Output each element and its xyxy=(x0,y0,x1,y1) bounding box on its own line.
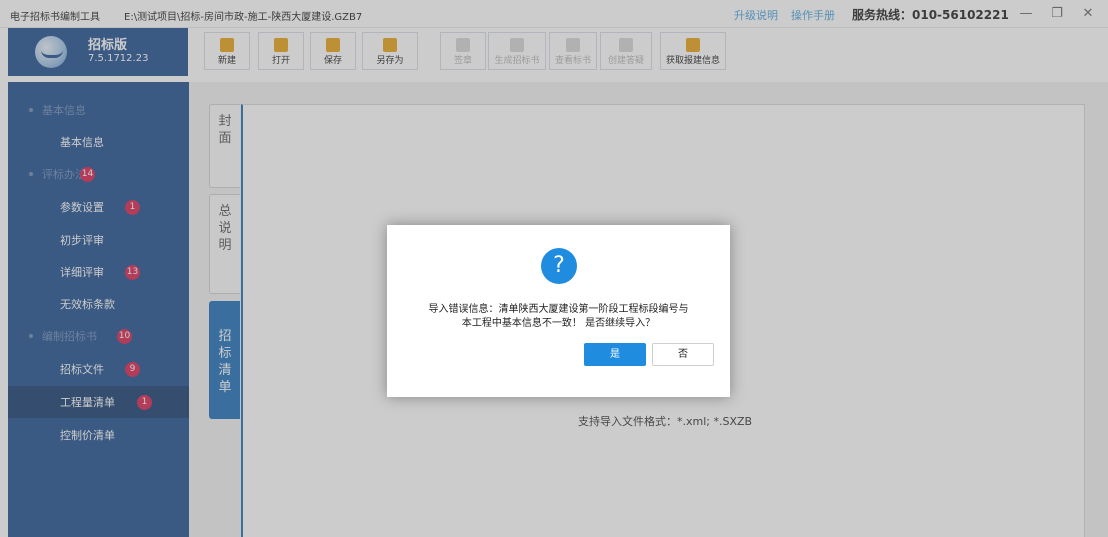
dialog-message-line: 本工程中基本信息不一致！ 是否继续导入？ xyxy=(461,318,656,329)
dialog-message-line: 导入错误信息：清单陕西大厦建设第一阶段工程标段编号与 xyxy=(428,304,689,315)
app-window: 电子招标书编制工具 E:\测试项目\招标-房间市政-施工-陕西大厦建设.GZB7… xyxy=(0,0,1108,537)
question-icon: ? xyxy=(541,248,577,284)
dialog-message: 导入错误信息：清单陕西大厦建设第一阶段工程标段编号与 本工程中基本信息不一致！ … xyxy=(387,303,730,331)
yes-button[interactable]: 是 xyxy=(584,343,646,366)
no-button[interactable]: 否 xyxy=(652,343,714,366)
confirm-import-dialog: ? 导入错误信息：清单陕西大厦建设第一阶段工程标段编号与 本工程中基本信息不一致… xyxy=(387,225,730,397)
